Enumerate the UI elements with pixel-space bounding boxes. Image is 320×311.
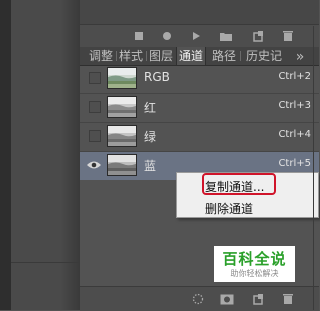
trash-icon[interactable] bbox=[280, 291, 296, 307]
eye-icon[interactable] bbox=[85, 157, 103, 173]
trash-icon[interactable] bbox=[280, 28, 296, 44]
new-channel-icon[interactable] bbox=[250, 291, 266, 307]
channel-name: 红 bbox=[144, 101, 157, 115]
tab-adjustments[interactable]: 调整 bbox=[88, 47, 114, 65]
tab-separator bbox=[116, 51, 117, 61]
dotted-circle-icon[interactable] bbox=[190, 291, 206, 307]
highlight-annotation bbox=[202, 173, 276, 195]
channel-row-red[interactable]: 红 Ctrl+3 bbox=[80, 94, 319, 122]
history-toolbar bbox=[80, 25, 319, 48]
watermark-subtitle: 助你轻松解决 bbox=[230, 269, 279, 278]
channel-shortcut: Ctrl+3 bbox=[278, 100, 311, 111]
tab-layers[interactable]: 图层 bbox=[148, 47, 174, 65]
visibility-toggle[interactable] bbox=[89, 72, 101, 84]
tab-channels[interactable]: 通道 bbox=[176, 47, 206, 65]
watermark-title: 百科全说 bbox=[222, 250, 287, 268]
panel-menu-icon[interactable]: » bbox=[292, 49, 308, 65]
tab-separator bbox=[240, 51, 241, 61]
visibility-toggle[interactable] bbox=[89, 101, 101, 113]
tab-paths[interactable]: 路径 bbox=[210, 47, 238, 65]
canvas-shadow bbox=[60, 0, 80, 310]
visibility-toggle[interactable] bbox=[89, 130, 101, 142]
new-layer-icon[interactable] bbox=[250, 28, 266, 44]
channel-shortcut: Ctrl+2 bbox=[278, 71, 311, 82]
tab-separator bbox=[146, 51, 147, 61]
mask-icon[interactable] bbox=[219, 291, 235, 307]
panel-top-strip bbox=[80, 0, 319, 25]
channels-toolbar bbox=[80, 286, 319, 311]
channel-name: 绿 bbox=[144, 130, 157, 144]
channel-shortcut: Ctrl+5 bbox=[278, 158, 311, 169]
square-icon[interactable] bbox=[131, 28, 147, 44]
menu-item-delete-channel[interactable]: 删除通道 bbox=[205, 200, 253, 217]
channel-thumbnail bbox=[107, 67, 137, 89]
channel-thumbnail bbox=[107, 154, 137, 176]
panel-scroll-edge bbox=[313, 26, 314, 310]
channel-name: 蓝 bbox=[144, 159, 157, 173]
canvas-divider bbox=[11, 262, 80, 263]
channel-name: RGB bbox=[144, 70, 170, 84]
circle-icon[interactable] bbox=[159, 28, 175, 44]
tab-styles[interactable]: 样式 bbox=[118, 47, 144, 65]
canvas-edge bbox=[0, 0, 11, 310]
watermark: 百科全说 助你轻松解决 bbox=[214, 246, 295, 282]
folder-icon[interactable] bbox=[218, 28, 234, 44]
channel-row-green[interactable]: 绿 Ctrl+4 bbox=[80, 123, 319, 151]
channel-shortcut: Ctrl+4 bbox=[278, 129, 311, 140]
channel-thumbnail bbox=[107, 96, 137, 118]
tab-history[interactable]: 历史记 bbox=[243, 47, 285, 65]
channel-thumbnail bbox=[107, 125, 137, 147]
panel-tabs: 调整 样式 图层 通道 路径 历史记 » bbox=[80, 47, 319, 66]
play-icon[interactable] bbox=[188, 28, 204, 44]
channel-row-rgb[interactable]: RGB Ctrl+2 bbox=[80, 65, 319, 93]
